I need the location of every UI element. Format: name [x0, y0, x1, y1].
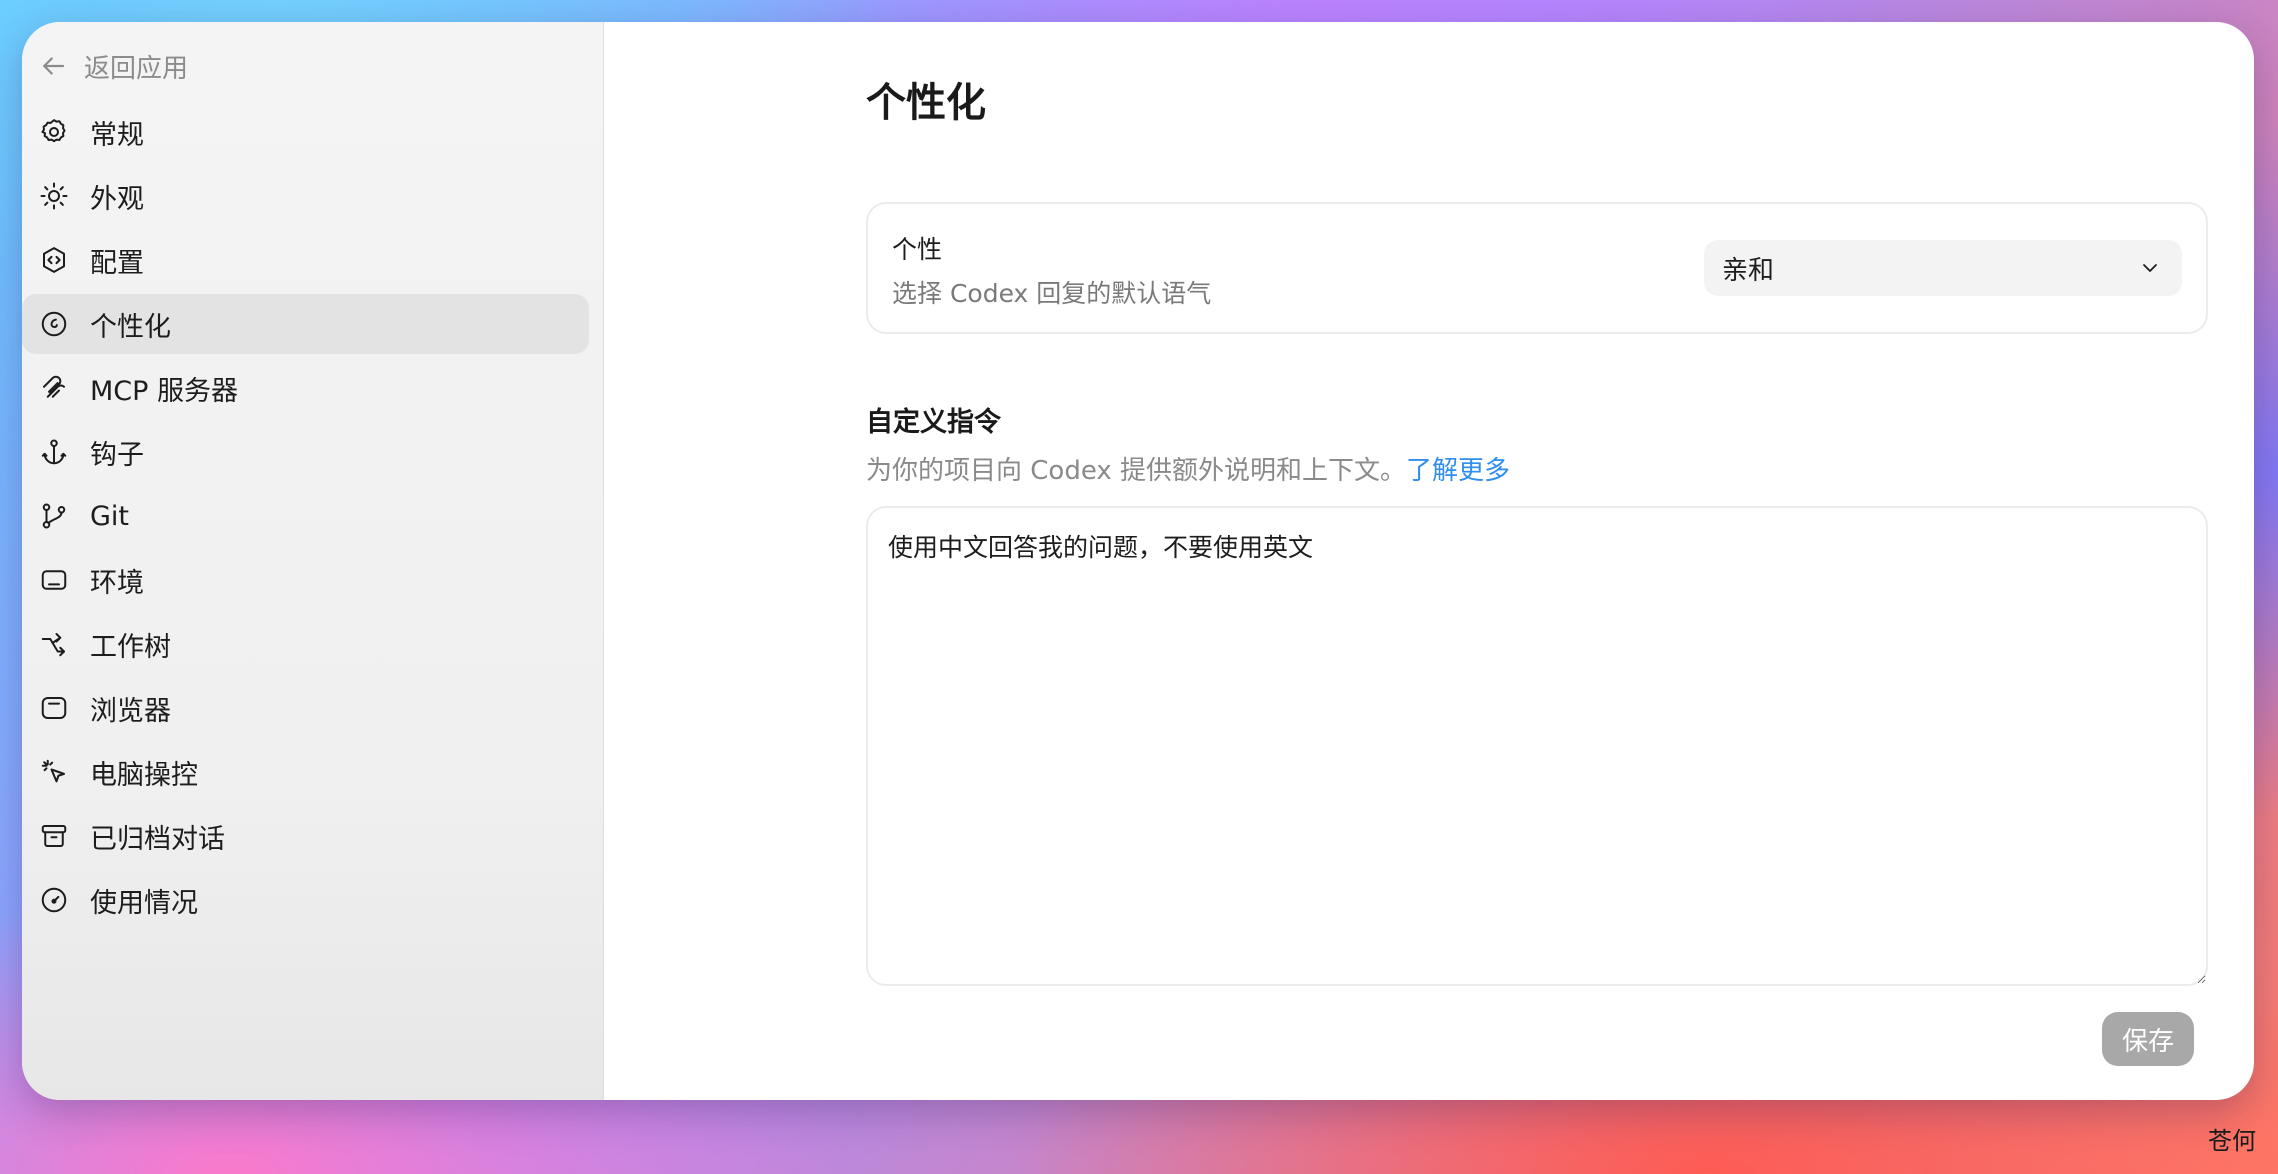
- sidebar-item-hooks[interactable]: 钩子: [22, 422, 589, 482]
- gauge-icon: [38, 884, 70, 916]
- sidebar-item-archived[interactable]: 已归档对话: [22, 806, 589, 866]
- settings-content: 个性化 个性 选择 Codex 回复的默认语气 亲和 自定义指令 为你的项目向 …: [604, 22, 2254, 1100]
- settings-window: 返回应用 常规 外观 配置 个性化 MCP 服务器 钩子 Git 环境 工作树 …: [22, 22, 2254, 1100]
- arrow-left-icon: [38, 51, 68, 81]
- settings-nav: 常规 外观 配置 个性化 MCP 服务器 钩子 Git 环境 工作树 浏览器 电…: [22, 102, 603, 930]
- sidebar-item-git[interactable]: Git: [22, 486, 589, 546]
- sidebar-item-label: 钩子: [90, 439, 144, 471]
- personality-card: 个性 选择 Codex 回复的默认语气 亲和: [866, 202, 2208, 334]
- sidebar-item-label: Git: [90, 500, 130, 532]
- personality-icon: [38, 308, 70, 340]
- sidebar-item-label: 电脑操控: [90, 759, 198, 791]
- sidebar-item-worktree[interactable]: 工作树: [22, 614, 589, 674]
- custom-instructions-description-text: 为你的项目向 Codex 提供额外说明和上下文。: [866, 456, 1407, 486]
- sidebar-item-label: 配置: [90, 247, 144, 279]
- save-button[interactable]: 保存: [2102, 1012, 2194, 1066]
- sidebar-item-label: 已归档对话: [90, 823, 225, 855]
- back-to-app-label: 返回应用: [84, 53, 189, 84]
- personality-selected-value: 亲和: [1722, 255, 1775, 286]
- sidebar-item-environment[interactable]: 环境: [22, 550, 589, 610]
- sidebar-item-appearance[interactable]: 外观: [22, 166, 589, 226]
- sidebar-item-computer-use[interactable]: 电脑操控: [22, 742, 589, 802]
- git-branch-icon: [38, 500, 70, 532]
- custom-instructions-input[interactable]: 使用中文回答我的问题，不要使用英文: [866, 506, 2208, 986]
- sun-icon: [38, 180, 70, 212]
- sidebar-item-label: 外观: [90, 183, 144, 215]
- mcp-icon: [38, 372, 70, 404]
- sidebar-item-label: 个性化: [90, 311, 171, 343]
- sidebar-item-label: 常规: [90, 119, 144, 151]
- custom-instructions-description: 为你的项目向 Codex 提供额外说明和上下文。了解更多: [866, 450, 1510, 487]
- personality-select[interactable]: 亲和: [1704, 240, 2182, 296]
- sidebar-item-label: MCP 服务器: [90, 375, 239, 407]
- sidebar-item-config[interactable]: 配置: [22, 230, 589, 290]
- sidebar-item-label: 工作树: [90, 631, 171, 663]
- anchor-icon: [38, 436, 70, 468]
- personality-title: 个性: [892, 235, 943, 264]
- gear-icon: [38, 116, 70, 148]
- worktree-icon: [38, 628, 70, 660]
- watermark-text: 苍何: [2208, 1127, 2256, 1155]
- sidebar-item-usage[interactable]: 使用情况: [22, 870, 589, 930]
- environment-icon: [38, 564, 70, 596]
- sidebar-item-mcp[interactable]: MCP 服务器: [22, 358, 589, 418]
- browser-icon: [38, 692, 70, 724]
- sidebar-item-label: 浏览器: [90, 695, 171, 727]
- personality-description: 选择 Codex 回复的默认语气: [892, 279, 1212, 308]
- sidebar: 返回应用 常规 外观 配置 个性化 MCP 服务器 钩子 Git 环境 工作树 …: [22, 22, 604, 1100]
- back-to-app-button[interactable]: 返回应用: [22, 36, 603, 96]
- custom-instructions-title: 自定义指令: [866, 407, 1001, 438]
- cursor-click-icon: [38, 756, 70, 788]
- learn-more-link[interactable]: 了解更多: [1406, 456, 1510, 486]
- page-title: 个性化: [866, 80, 986, 126]
- chevron-down-icon: [2138, 256, 2162, 284]
- sidebar-item-label: 使用情况: [90, 887, 198, 919]
- archive-icon: [38, 820, 70, 852]
- sidebar-item-personalization[interactable]: 个性化: [22, 294, 589, 354]
- sidebar-item-general[interactable]: 常规: [22, 102, 589, 162]
- sidebar-item-browser[interactable]: 浏览器: [22, 678, 589, 738]
- code-shield-icon: [38, 244, 70, 276]
- sidebar-item-label: 环境: [90, 567, 144, 599]
